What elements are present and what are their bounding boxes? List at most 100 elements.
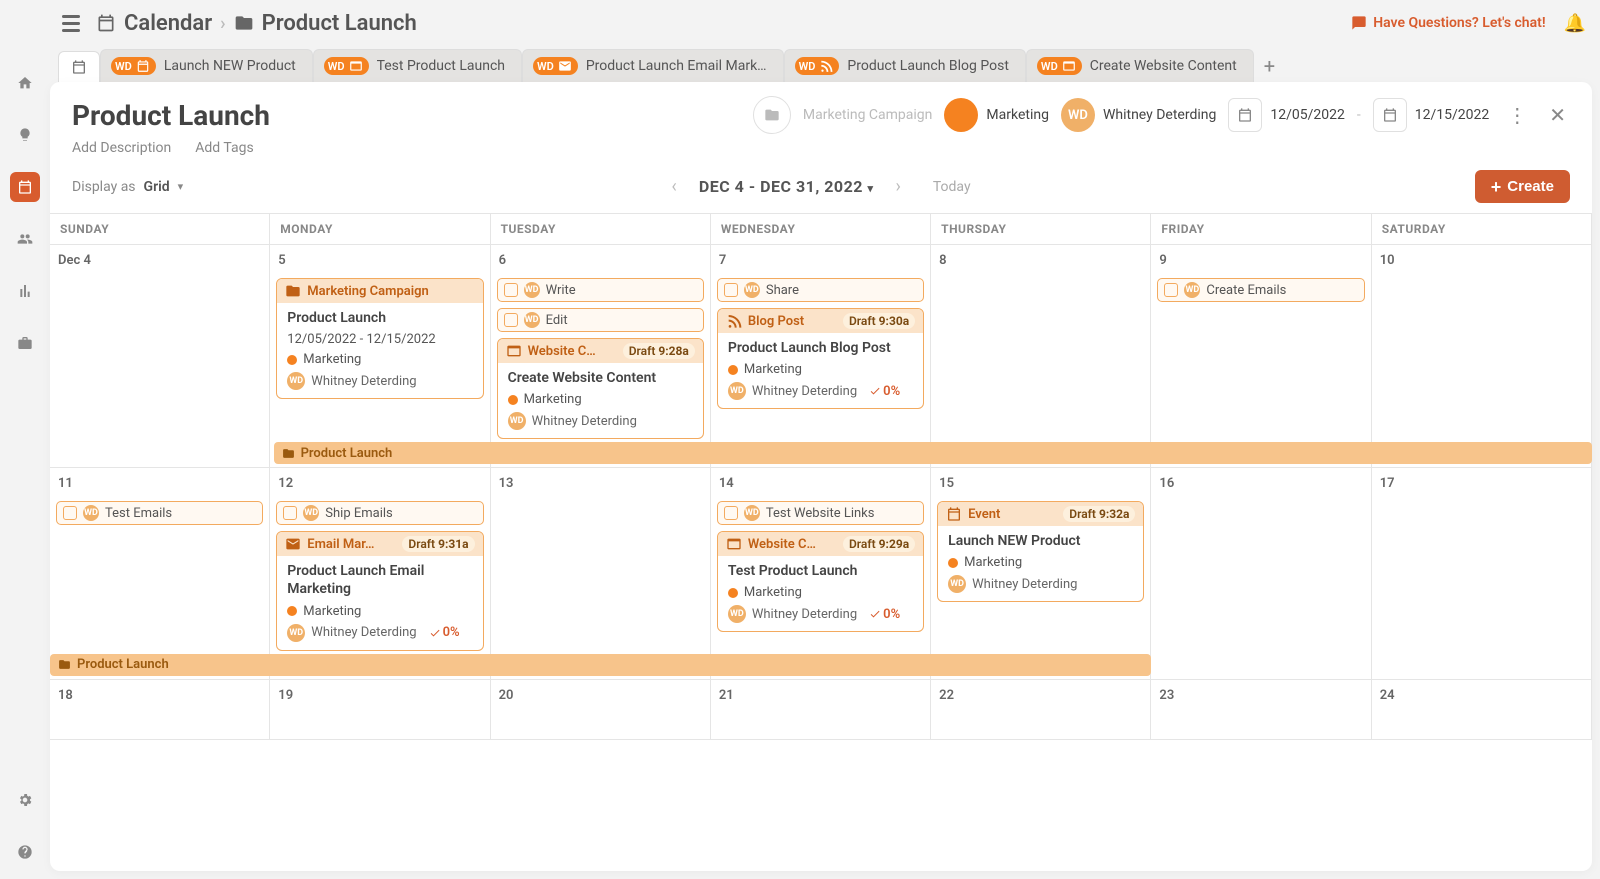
- tab-launch-new-product[interactable]: WD Launch NEW Product: [100, 49, 313, 82]
- date-range-label[interactable]: DEC 4 - DEC 31, 2022 ▾: [699, 177, 874, 196]
- calendar-day-cell[interactable]: 5 Marketing Campaign Product Launch 12/0…: [270, 245, 490, 468]
- calendar-day-cell[interactable]: 19: [270, 680, 490, 740]
- calendar-header-row: SUNDAY MONDAY TUESDAY WEDNESDAY THURSDAY…: [50, 214, 1592, 245]
- calendar-day-cell[interactable]: 15 Event Draft 9:32a Launch NEW Product …: [931, 468, 1151, 679]
- breadcrumb-leaf[interactable]: Product Launch: [262, 11, 417, 36]
- wd-pill: WD: [1037, 57, 1082, 75]
- calendar-day-cell[interactable]: 14 WDTest Website Links Website C… Draft…: [711, 468, 931, 679]
- calendar-day-cell[interactable]: 11 WDTest Emails: [50, 468, 270, 679]
- today-link[interactable]: Today: [933, 179, 971, 195]
- window-icon: [726, 536, 742, 552]
- sidebar-calendar-icon[interactable]: [10, 172, 40, 202]
- tab-email-marketing[interactable]: WD Product Launch Email Mark…: [522, 49, 784, 82]
- chat-link[interactable]: Have Questions? Let's chat!: [1351, 15, 1545, 31]
- calendar-day-cell[interactable]: 7 WDShare Blog Post Draft 9:30a Product …: [711, 245, 931, 468]
- wd-pill: WD: [324, 57, 369, 75]
- calendar-day-cell[interactable]: 9 WDCreate Emails: [1151, 245, 1371, 468]
- project-card[interactable]: Marketing Campaign Product Launch 12/05/…: [276, 278, 483, 399]
- start-date[interactable]: 12/05/2022: [1228, 98, 1345, 132]
- project-card[interactable]: Event Draft 9:32a Launch NEW Product Mar…: [937, 501, 1144, 602]
- task-chip[interactable]: WDEdit: [497, 308, 704, 332]
- folder-chip-icon[interactable]: [753, 96, 791, 134]
- calendar-day-cell[interactable]: 16: [1151, 468, 1371, 679]
- top-bar: Calendar › Product Launch Have Questions…: [50, 0, 1600, 46]
- calendar-day-cell[interactable]: 12 WDShip Emails Email Mar… Draft 9:31a …: [270, 468, 490, 679]
- task-chip[interactable]: WDShare: [717, 278, 924, 302]
- calendar-day-cell[interactable]: 6 WDWrite WDEdit Website C… Draft 9:28a …: [491, 245, 711, 468]
- add-description-link[interactable]: Add Description: [72, 140, 171, 156]
- folder-icon: [285, 283, 301, 299]
- tab-website-content[interactable]: WD Create Website Content: [1026, 49, 1254, 82]
- campaign-name[interactable]: Marketing Campaign: [803, 107, 933, 123]
- project-card[interactable]: Website C… Draft 9:28a Create Website Co…: [497, 338, 704, 439]
- day-header: TUESDAY: [491, 214, 711, 245]
- prev-range-icon[interactable]: ‹: [671, 176, 676, 197]
- calendar-week: 18 19 20 21 22 23 24: [50, 680, 1592, 740]
- plus-icon: +: [1491, 180, 1502, 194]
- calendar-day-cell[interactable]: 13: [491, 468, 711, 679]
- check-icon: [869, 385, 881, 397]
- project-title: Product Launch: [72, 99, 270, 132]
- project-card[interactable]: Website C… Draft 9:29a Test Product Laun…: [717, 531, 924, 632]
- create-button[interactable]: + Create: [1475, 170, 1570, 203]
- tag-dot: [944, 98, 978, 132]
- display-mode-select[interactable]: Display as Grid ▾: [72, 179, 183, 195]
- calendar-day-cell[interactable]: 24: [1372, 680, 1592, 740]
- owner-chip[interactable]: WD Whitney Deterding: [1061, 98, 1216, 132]
- notifications-icon[interactable]: 🔔: [1564, 13, 1586, 34]
- sidebar-people-icon[interactable]: [10, 224, 40, 254]
- folder-icon: [58, 658, 71, 671]
- add-tags-link[interactable]: Add Tags: [195, 140, 253, 156]
- calendar-day-cell[interactable]: 20: [491, 680, 711, 740]
- project-card[interactable]: Email Mar… Draft 9:31a Product Launch Em…: [276, 531, 483, 650]
- menu-toggle-icon[interactable]: [56, 9, 86, 38]
- task-chip[interactable]: WDTest Website Links: [717, 501, 924, 525]
- calendar-day-cell[interactable]: 23: [1151, 680, 1371, 740]
- tab-blog-post[interactable]: WD Product Launch Blog Post: [784, 49, 1026, 82]
- sidebar-ideas-icon[interactable]: [10, 120, 40, 150]
- calendar-day-cell[interactable]: 17: [1372, 468, 1592, 679]
- calendar-day-cell[interactable]: 8: [931, 245, 1151, 468]
- sidebar-help-icon[interactable]: [10, 837, 40, 867]
- day-header: SATURDAY: [1372, 214, 1592, 245]
- check-icon: [869, 608, 881, 620]
- tag-marketing[interactable]: Marketing: [944, 98, 1049, 132]
- project-card[interactable]: Blog Post Draft 9:30a Product Launch Blo…: [717, 308, 924, 409]
- breadcrumb: Calendar › Product Launch: [96, 11, 417, 36]
- calendar-day-cell[interactable]: 18: [50, 680, 270, 740]
- close-icon[interactable]: ✕: [1545, 103, 1570, 127]
- sidebar-briefcase-icon[interactable]: [10, 328, 40, 358]
- grid-icon: [71, 59, 87, 75]
- calendar-day-cell[interactable]: Dec 4: [50, 245, 270, 468]
- end-date[interactable]: 12/15/2022: [1373, 98, 1490, 132]
- breadcrumb-root[interactable]: Calendar: [124, 11, 212, 36]
- calendar-day-cell[interactable]: 21: [711, 680, 931, 740]
- calendar-day-cell[interactable]: 22: [931, 680, 1151, 740]
- sidebar-analytics-icon[interactable]: [10, 276, 40, 306]
- add-tab-button[interactable]: +: [1254, 50, 1285, 82]
- project-span-bar[interactable]: Product Launch: [274, 442, 1592, 464]
- more-menu-icon[interactable]: ⋮: [1501, 103, 1533, 127]
- task-chip[interactable]: WDWrite: [497, 278, 704, 302]
- task-chip[interactable]: WDShip Emails: [276, 501, 483, 525]
- sidebar-home-icon[interactable]: [10, 68, 40, 98]
- project-span-bar[interactable]: Product Launch: [50, 654, 1151, 676]
- day-header: FRIDAY: [1151, 214, 1371, 245]
- chat-icon: [1351, 15, 1367, 31]
- calendar-day-cell[interactable]: 10: [1372, 245, 1592, 468]
- folder-icon: [282, 447, 295, 460]
- day-header: WEDNESDAY: [711, 214, 931, 245]
- calendar-icon: [1228, 98, 1262, 132]
- tab-calendar-view[interactable]: [58, 51, 100, 82]
- calendar-week: Dec 4 5 Marketing Campaign Product Launc…: [50, 245, 1592, 468]
- sidebar-settings-icon[interactable]: [10, 785, 40, 815]
- task-chip[interactable]: WDTest Emails: [56, 501, 263, 525]
- left-sidebar: [0, 0, 50, 879]
- task-chip[interactable]: WDCreate Emails: [1157, 278, 1364, 302]
- calendar-icon: [1373, 98, 1407, 132]
- wd-pill: WD: [533, 57, 578, 75]
- folder-icon: [234, 13, 254, 33]
- chevron-right-icon: ›: [220, 13, 225, 34]
- tab-test-product-launch[interactable]: WD Test Product Launch: [313, 49, 522, 82]
- next-range-icon[interactable]: ›: [895, 176, 900, 197]
